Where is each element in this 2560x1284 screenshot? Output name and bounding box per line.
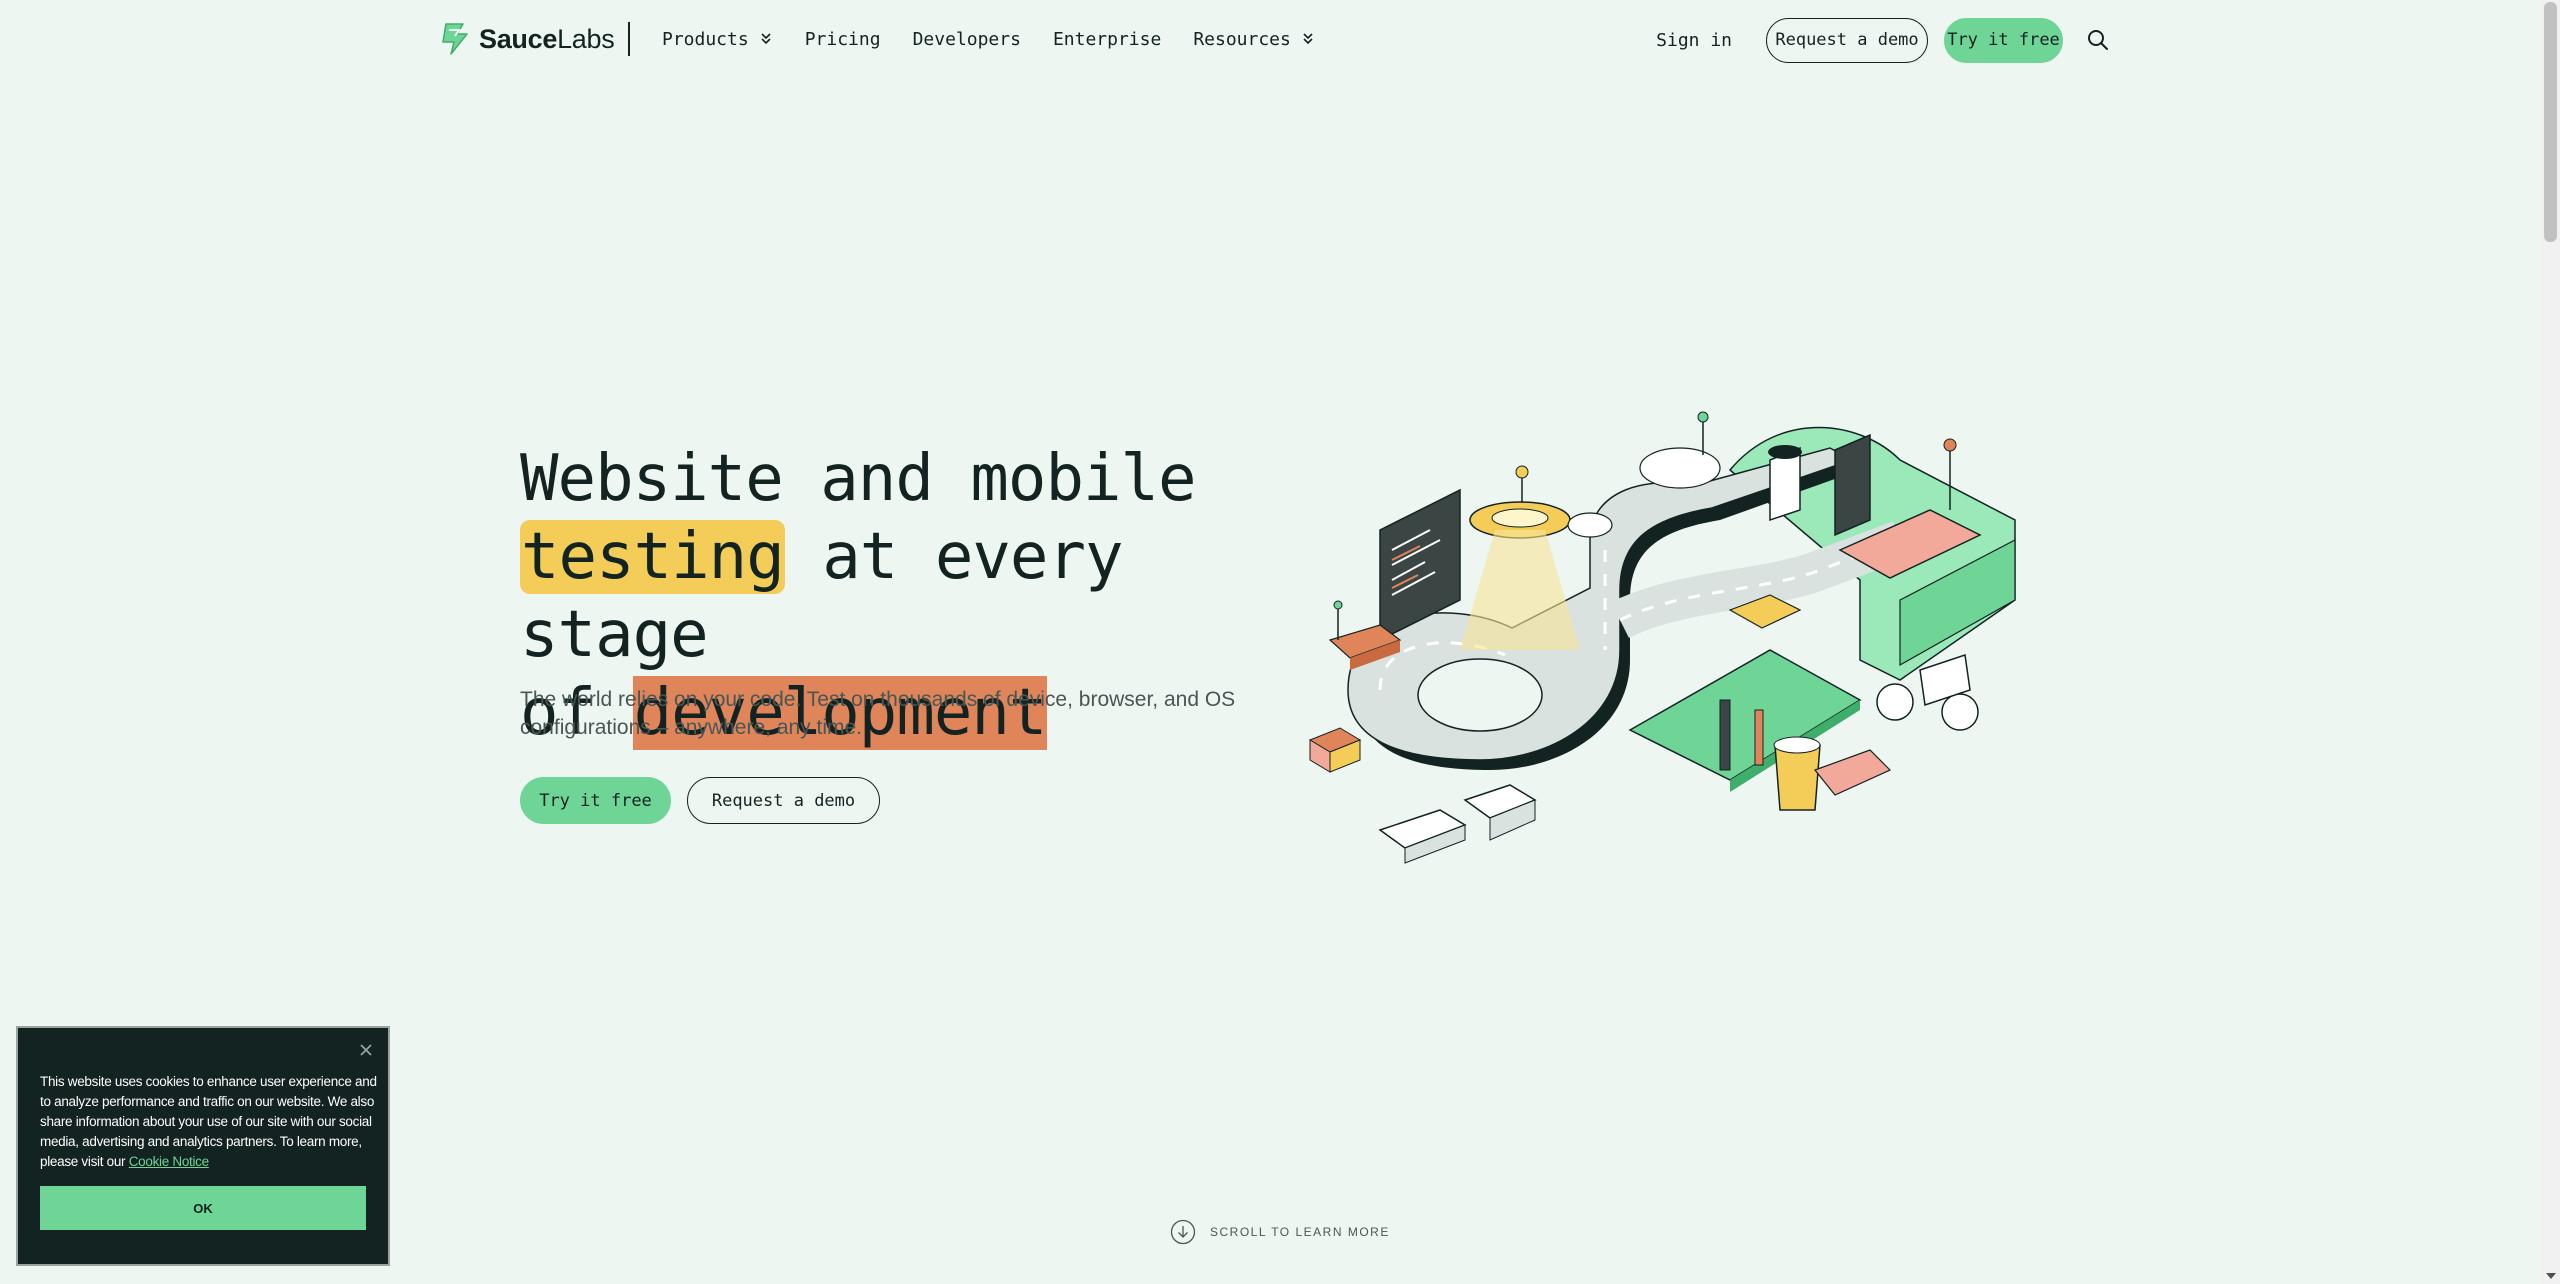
request-demo-button[interactable]: Request a demo (1766, 17, 1928, 63)
nav-pricing[interactable]: Pricing (805, 29, 881, 50)
saucelabs-logo[interactable]: SauceLabs (437, 21, 615, 57)
logo-divider (628, 22, 630, 56)
hero-title-highlight-testing: testing (520, 520, 785, 594)
scroll-to-learn-more[interactable]: SCROLL TO LEARN MORE (1170, 1219, 1390, 1245)
header-actions: Sign in Request a demo Try it free (1656, 17, 2110, 63)
page-scrollbar[interactable] (2541, 0, 2560, 1284)
logo-text: SauceLabs (479, 23, 615, 54)
hero-request-demo-button[interactable]: Request a demo (687, 777, 880, 824)
hero-cta-group: Try it free Request a demo (520, 777, 880, 824)
sign-in-link[interactable]: Sign in (1656, 30, 1732, 51)
scroll-hint-label: SCROLL TO LEARN MORE (1210, 1225, 1390, 1239)
nav-enterprise[interactable]: Enterprise (1053, 29, 1161, 50)
close-icon[interactable] (358, 1042, 374, 1058)
try-free-button[interactable]: Try it free (1944, 17, 2063, 63)
hero-title-line1: Website and mobile (520, 442, 1197, 516)
hero-try-free-button[interactable]: Try it free (520, 777, 671, 824)
nav-enterprise-label: Enterprise (1052, 28, 1162, 50)
nav-resources[interactable]: Resources (1193, 29, 1315, 50)
cookie-ok-button[interactable]: OK (40, 1186, 366, 1230)
hero-illustration (1308, 411, 2016, 864)
site-header: SauceLabs Products Pricing Developers En… (0, 0, 2541, 80)
main-nav: Products Pricing Developers Enterprise R… (662, 26, 1347, 52)
cookie-banner-text: This website uses cookies to enhance use… (40, 1072, 380, 1172)
nav-resources-label: Resources (1193, 28, 1291, 50)
scroll-down-circle-icon (1170, 1219, 1196, 1245)
hero-subtitle: The world relies on your code. Test on t… (520, 688, 1236, 739)
nav-products[interactable]: Products (662, 29, 773, 50)
cookie-notice-link[interactable]: Cookie Notice (129, 1154, 209, 1169)
scrollbar-thumb[interactable] (2544, 2, 2557, 242)
nav-products-label: Products (662, 28, 749, 50)
search-icon[interactable] (2086, 28, 2110, 52)
nav-developers-label: Developers (912, 28, 1021, 50)
cookie-banner: This website uses cookies to enhance use… (16, 1026, 390, 1266)
nav-developers[interactable]: Developers (913, 29, 1021, 50)
scroll-down-arrow-icon[interactable] (2546, 1273, 2556, 1279)
nav-pricing-label: Pricing (804, 28, 881, 50)
chevron-double-down-icon (1303, 33, 1313, 45)
logo-mark-icon (442, 23, 468, 55)
chevron-double-down-icon (761, 33, 771, 45)
